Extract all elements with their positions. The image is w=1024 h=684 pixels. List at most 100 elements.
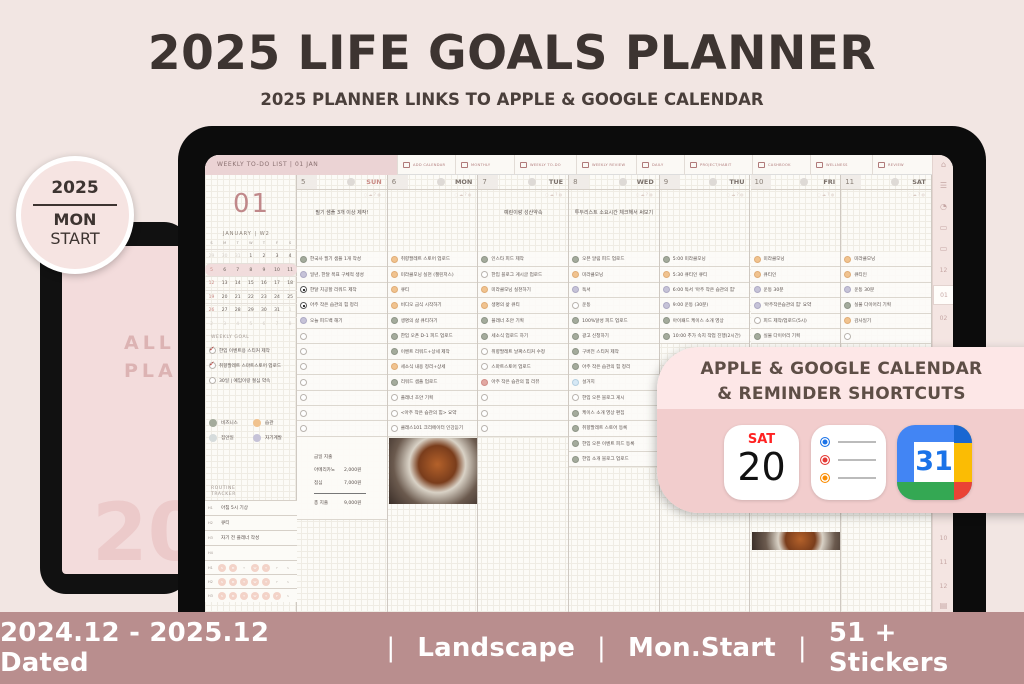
task-checkbox[interactable]	[844, 271, 852, 279]
tracker-mark[interactable]: W	[251, 563, 259, 572]
mini-calendar-day[interactable]: 28	[231, 304, 244, 317]
task-checkbox[interactable]	[390, 301, 398, 309]
task-item[interactable]: 한입 오픈 블로그 게시	[569, 390, 659, 406]
mini-calendar-day[interactable]: 21	[231, 291, 244, 304]
task-item[interactable]: 리워드 샘플 업로드	[387, 375, 478, 391]
task-checkbox[interactable]	[844, 332, 852, 340]
task-checkbox[interactable]	[390, 363, 398, 371]
task-checkbox[interactable]	[572, 409, 580, 417]
document-icon[interactable]: ▤	[933, 601, 953, 610]
task-checkbox[interactable]	[300, 409, 307, 417]
task-item[interactable]: 100%달성 피드 업로드	[569, 313, 659, 329]
task-item[interactable]: 생명의 삶 큐티하기	[387, 313, 478, 329]
tracker-mark[interactable]: T	[240, 591, 248, 600]
tracker-mark[interactable]: T	[262, 563, 270, 572]
task-item[interactable]: 이벤트 리워드+상세 제작	[387, 344, 478, 360]
task-checkbox[interactable]	[753, 271, 761, 279]
task-item[interactable]: 피드 제작/업로드(5시)	[750, 313, 841, 329]
mini-calendar-week[interactable]: 5 6 7 8 9 10 11	[205, 262, 297, 277]
task-item[interactable]: 운동	[569, 298, 659, 314]
task-item[interactable]	[297, 390, 387, 406]
tracker-mark[interactable]: T	[262, 591, 270, 600]
mini-calendar-week[interactable]: 26 27 28 29 30 31 1	[205, 303, 297, 317]
mini-calendar-day[interactable]: 1	[244, 250, 257, 263]
task-item[interactable]: 생명의 삶 큐티	[478, 298, 569, 314]
task-item[interactable]: 10:00 추가 속지 작업 진행(2시간)	[659, 328, 750, 345]
tab-review[interactable]: REVIEW	[872, 155, 922, 175]
task-checkbox[interactable]	[390, 394, 398, 402]
tracker-mark[interactable]: M	[229, 591, 237, 600]
task-checkbox[interactable]	[572, 363, 580, 371]
task-item[interactable]: '아주작은습관의 힘' 요약	[750, 298, 841, 314]
task-checkbox[interactable]	[572, 394, 580, 402]
mini-calendar-week[interactable]: 19 20 21 22 23 24 25	[205, 289, 297, 304]
sidebar-month-tab[interactable]: 02	[933, 315, 953, 322]
task-item[interactable]: 실물 다이어리 기획	[841, 298, 931, 314]
mini-calendar-day[interactable]: 8	[244, 264, 257, 277]
task-item[interactable]: <아주 작은 습관의 힘> 요약	[387, 405, 478, 422]
tracker-mark[interactable]: S	[218, 577, 226, 586]
add-event-icon[interactable]	[346, 178, 355, 186]
mini-calendar-day[interactable]: 7	[270, 318, 283, 331]
tracker-mark[interactable]: S	[218, 563, 226, 572]
mini-calendar-day[interactable]: 17	[270, 277, 283, 290]
task-item[interactable]: 실물 다이어리 기획	[750, 328, 841, 345]
task-checkbox[interactable]	[572, 317, 580, 325]
tab-project-habit[interactable]: PROJECT/HABIT	[684, 155, 752, 175]
task-checkbox[interactable]	[844, 286, 852, 294]
task-item[interactable]: 구버전 스티커 제작	[569, 344, 659, 360]
task-checkbox[interactable]	[572, 255, 580, 263]
task-item[interactable]: 5:30 큐티인 큐티	[659, 267, 750, 283]
task-checkbox[interactable]	[844, 301, 852, 309]
task-checkbox[interactable]	[844, 255, 852, 263]
task-item[interactable]: 미라클모닝	[841, 252, 931, 268]
mini-calendar-day[interactable]: 3	[270, 250, 283, 263]
google-calendar-icon[interactable]: 31	[897, 425, 972, 500]
task-checkbox[interactable]	[390, 409, 398, 417]
task-checkbox[interactable]	[300, 301, 307, 309]
task-checkbox[interactable]	[481, 394, 489, 402]
task-item[interactable]: 아주 작은 습관의 힘 리뷰	[478, 375, 569, 391]
task-item[interactable]	[297, 359, 387, 376]
task-checkbox[interactable]	[844, 317, 852, 325]
task-item[interactable]: 큐티	[387, 282, 478, 299]
task-checkbox[interactable]	[390, 286, 398, 294]
task-checkbox[interactable]	[300, 424, 307, 432]
mini-calendar-day[interactable]: 19	[205, 291, 218, 304]
task-checkbox[interactable]	[662, 286, 670, 294]
tracker-mark[interactable]: S	[284, 564, 292, 572]
add-event-icon[interactable]	[800, 178, 809, 186]
sidebar-month-tab[interactable]: 11	[933, 559, 953, 566]
task-item[interactable]: 취향팔레트 스토어 업로드	[387, 252, 478, 268]
tracker-mark[interactable]: F	[273, 578, 281, 586]
weather-mood-icons[interactable]: ◌ ☁ ? ◍	[727, 192, 744, 197]
task-checkbox[interactable]	[572, 348, 580, 356]
mini-calendar-day[interactable]: 24	[270, 291, 283, 304]
task-item[interactable]	[297, 344, 387, 360]
task-checkbox[interactable]	[662, 332, 670, 340]
task-checkbox[interactable]	[390, 317, 398, 325]
task-checkbox[interactable]	[390, 271, 398, 279]
task-checkbox[interactable]	[481, 317, 489, 325]
task-checkbox[interactable]	[753, 332, 761, 340]
mini-calendar-day[interactable]: 27	[218, 304, 231, 317]
task-checkbox[interactable]	[481, 378, 489, 386]
sidebar-month-tab[interactable]: 01	[933, 285, 953, 305]
task-checkbox[interactable]	[662, 317, 670, 325]
tracker-mark[interactable]: T	[240, 564, 248, 572]
mini-calendar-day[interactable]: 30	[257, 304, 270, 317]
task-item[interactable]: 인스타 피드 제작	[478, 252, 569, 268]
task-checkbox[interactable]	[481, 409, 489, 417]
mini-calendar-day[interactable]: 2	[257, 250, 270, 263]
task-item[interactable]: 케이스 소개 영상 편집	[569, 405, 659, 422]
apple-calendar-icon[interactable]: SAT 20	[724, 425, 799, 500]
home-icon[interactable]: ⌂	[933, 160, 953, 169]
task-checkbox[interactable]	[572, 286, 580, 294]
tracker-mark[interactable]: S	[218, 591, 226, 600]
task-item[interactable]: 아주 작은 습관의 힘 정리	[297, 298, 387, 314]
task-checkbox[interactable]	[300, 286, 307, 294]
mini-calendar-day[interactable]: 4	[284, 250, 297, 263]
task-item[interactable]: 스마트스토어 업로드	[478, 359, 569, 376]
task-checkbox[interactable]	[390, 378, 398, 386]
mini-calendar-day[interactable]: 23	[257, 291, 270, 304]
